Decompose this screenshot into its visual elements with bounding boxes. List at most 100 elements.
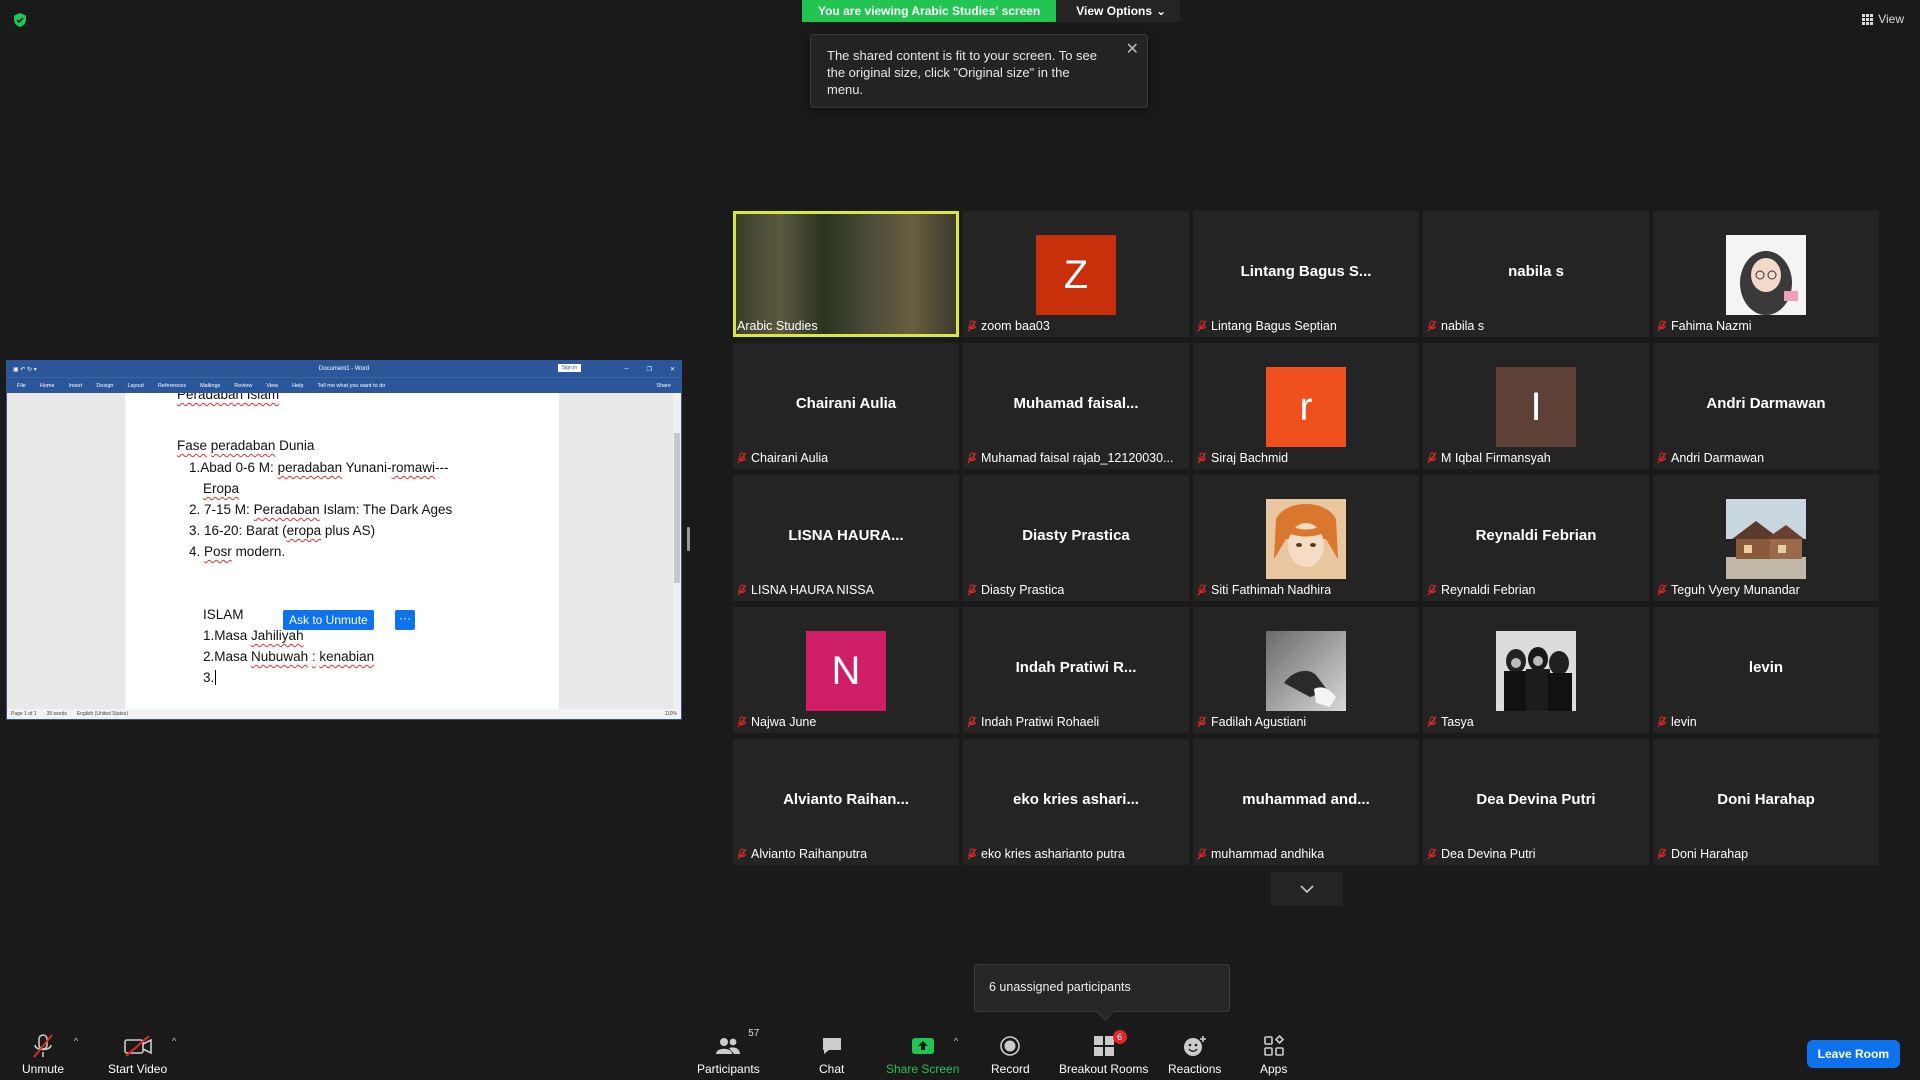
participants-button[interactable]: 57 Participants: [697, 1028, 760, 1076]
ribbon-tab: Insert: [68, 382, 83, 389]
participant-tile[interactable]: Dea Devina Putri Dea Devina Putri: [1423, 739, 1649, 865]
participant-name-label: Lintang Bagus Septian: [1197, 319, 1337, 333]
participant-tile[interactable]: Fadilah Agustiani: [1193, 607, 1419, 733]
participant-display-name: muhammad and...: [1242, 791, 1370, 808]
participant-display-name: nabila s: [1508, 263, 1564, 280]
participant-tile[interactable]: eko kries ashari... eko kries asharianto …: [963, 739, 1189, 865]
word-ribbon: File Home Insert Design Layout Reference…: [7, 377, 681, 393]
ribbon-tab: Design: [96, 382, 114, 389]
participant-tile[interactable]: N Najwa June: [733, 607, 959, 733]
video-menu-caret[interactable]: ^: [172, 1036, 176, 1046]
participant-name-label: eko kries asharianto putra: [967, 847, 1125, 861]
split-view-handle[interactable]: [687, 527, 690, 551]
participant-tile[interactable]: nabila s nabila s: [1423, 211, 1649, 337]
avatar: Z: [1036, 235, 1116, 315]
participant-name-label: Andri Darmawan: [1657, 451, 1764, 465]
apps-button[interactable]: Apps: [1260, 1032, 1287, 1076]
mic-off-icon: [1197, 848, 1207, 860]
breakout-rooms-icon: [1093, 1036, 1114, 1056]
doc-line: 2. 7-15 M: Peradaban Islam: The Dark Age…: [189, 502, 453, 517]
profile-photo: [1726, 499, 1806, 579]
participant-tile[interactable]: Muhamad faisal... Muhamad faisal rajab_12…: [963, 343, 1189, 469]
ribbon-tab: Layout: [127, 382, 144, 389]
more-options-button[interactable]: ···: [395, 610, 415, 630]
view-options-button[interactable]: View Options ⌄: [1056, 0, 1181, 22]
chevron-down-icon: ⌄: [1156, 4, 1167, 18]
window-controls: ─ ❐ ✕: [624, 365, 675, 373]
participant-tile[interactable]: Lintang Bagus S... Lintang Bagus Septian: [1193, 211, 1419, 337]
participant-name: nabila s: [1441, 319, 1485, 333]
apps-label: Apps: [1260, 1062, 1288, 1076]
shield-icon[interactable]: [12, 12, 28, 28]
next-page-button[interactable]: [1271, 872, 1343, 906]
mic-off-icon: [967, 716, 977, 728]
participant-tile[interactable]: Fahima Nazmi: [1653, 211, 1879, 337]
view-button[interactable]: View: [1862, 12, 1904, 26]
participant-tile[interactable]: LISNA HAURA... LISNA HAURA NISSA: [733, 475, 959, 601]
participant-tile[interactable]: Reynaldi Febrian Reynaldi Febrian: [1423, 475, 1649, 601]
sign-in-button[interactable]: Sign in: [557, 364, 581, 372]
audio-menu-caret[interactable]: ^: [74, 1036, 78, 1046]
chat-button[interactable]: Chat: [819, 1032, 844, 1076]
participant-tile[interactable]: Teguh Vyery Munandar: [1653, 475, 1879, 601]
ask-to-unmute-button[interactable]: Ask to Unmute: [283, 610, 374, 630]
status-language: English (United States): [76, 711, 129, 717]
participant-name: Siti Fathimah Nadhira: [1211, 583, 1332, 597]
mic-off-icon: [737, 584, 747, 596]
leave-room-button[interactable]: Leave Room: [1806, 1040, 1900, 1068]
participant-tile[interactable]: Andri Darmawan Andri Darmawan: [1653, 343, 1879, 469]
unmute-button[interactable]: Unmute: [22, 1032, 64, 1076]
avatar: r: [1266, 367, 1346, 447]
grid-icon: [1862, 13, 1874, 25]
participant-tile[interactable]: Diasty Prastica Diasty Prastica: [963, 475, 1189, 601]
word-titlebar: ▣ ↶ ↻ ▾ Document1 - Word Sign in ─ ❐ ✕: [7, 361, 681, 377]
participant-name-label: Chairani Aulia: [737, 451, 828, 465]
chat-label: Chat: [819, 1062, 845, 1076]
participant-tile[interactable]: Arabic Studies: [733, 211, 959, 337]
participant-name-label: Indah Pratiwi Rohaeli: [967, 715, 1099, 729]
participant-name-label: Najwa June: [737, 715, 816, 729]
share-menu-caret[interactable]: ^: [954, 1036, 958, 1046]
mic-off-icon: [1657, 584, 1667, 596]
participant-tile[interactable]: levin levin: [1653, 607, 1879, 733]
breakout-rooms-button[interactable]: 6 Breakout Rooms: [1059, 1030, 1148, 1076]
record-button[interactable]: Record: [991, 1032, 1030, 1076]
participant-name-label: zoom baa03: [967, 319, 1050, 333]
participant-name-label: levin: [1657, 715, 1697, 729]
ribbon-tab: Home: [39, 382, 55, 389]
document-scrollbar[interactable]: [673, 393, 681, 709]
mic-off-icon: [967, 848, 977, 860]
participant-tile[interactable]: Zzoom baa03: [963, 211, 1189, 337]
doc-line: 1.Abad 0-6 M: peradaban Yunani-romawi---: [189, 460, 449, 475]
participants-icon: [716, 1038, 741, 1054]
shared-screen-word[interactable]: ▣ ↶ ↻ ▾ Document1 - Word Sign in ─ ❐ ✕ Fil…: [6, 360, 682, 720]
word-share: Share: [656, 382, 671, 389]
participant-name: Tasya: [1441, 715, 1474, 729]
profile-photo: [1496, 631, 1576, 711]
participant-name: Fadilah Agustiani: [1211, 715, 1307, 729]
reactions-button[interactable]: Reactions: [1168, 1032, 1221, 1076]
start-video-button[interactable]: Start Video: [108, 1032, 167, 1076]
share-screen-button[interactable]: Share Screen: [886, 1032, 959, 1076]
document-area: Peradaban Islam Fase peradaban Dunia 1.A…: [7, 393, 681, 709]
participant-display-name: Dea Devina Putri: [1476, 791, 1596, 808]
participant-tile[interactable]: Tasya: [1423, 607, 1649, 733]
chat-icon: [822, 1038, 841, 1054]
participant-tile[interactable]: I M Iqbal Firmansyah: [1423, 343, 1649, 469]
close-icon[interactable]: ✕: [1126, 41, 1139, 58]
participant-display-name: Muhamad faisal...: [1013, 395, 1139, 412]
mic-off-icon: [737, 848, 747, 860]
participant-name-label: Teguh Vyery Munandar: [1657, 583, 1800, 597]
participant-tile[interactable]: Alvianto Raihan... Alvianto Raihanputra: [733, 739, 959, 865]
participant-tile[interactable]: Doni Harahap Doni Harahap: [1653, 739, 1879, 865]
participant-display-name: Indah Pratiwi R...: [1015, 659, 1137, 676]
mic-off-icon: [1427, 452, 1437, 464]
participant-name-label: M Iqbal Firmansyah: [1427, 451, 1551, 465]
participant-tile[interactable]: Indah Pratiwi R... Indah Pratiwi Rohaeli: [963, 607, 1189, 733]
participant-name-label: Arabic Studies: [737, 319, 818, 333]
participant-tile[interactable]: Siti Fathimah Nadhira: [1193, 475, 1419, 601]
participant-tile[interactable]: Chairani Aulia Chairani Aulia: [733, 343, 959, 469]
participant-tile[interactable]: muhammad and... muhammad andhika: [1193, 739, 1419, 865]
status-words: 35 words: [46, 711, 67, 717]
participant-tile[interactable]: r Siraj Bachmid: [1193, 343, 1419, 469]
